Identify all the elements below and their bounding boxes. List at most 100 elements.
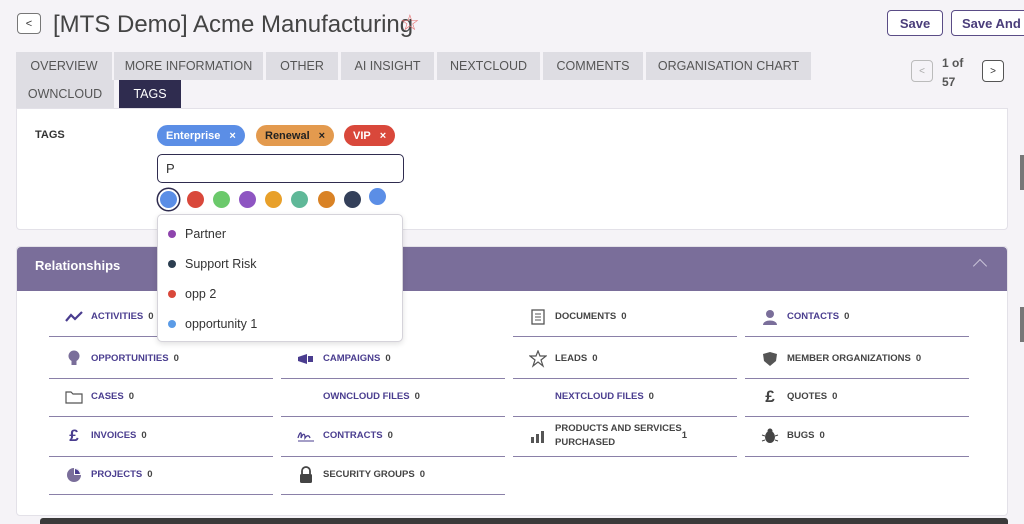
relationship-documents[interactable]: DOCUMENTS 0 bbox=[513, 297, 737, 337]
color-swatch-dark-orange[interactable] bbox=[318, 191, 335, 208]
pager-line2: 57 bbox=[942, 75, 956, 89]
back-label: < bbox=[25, 17, 33, 30]
relationship-count: 0 bbox=[414, 391, 420, 402]
remove-tag-icon[interactable]: × bbox=[319, 130, 325, 142]
relationship-campaigns[interactable]: CAMPAIGNS 0 bbox=[281, 339, 505, 379]
color-swatch-teal[interactable] bbox=[291, 191, 308, 208]
tag-label: Enterprise bbox=[166, 129, 221, 142]
star-outline-icon[interactable]: ☆ bbox=[400, 12, 420, 34]
relationship-count: 0 bbox=[819, 430, 825, 441]
tag-label: Renewal bbox=[265, 129, 310, 142]
relationship-invoices[interactable]: £ INVOICES 0 bbox=[49, 415, 273, 457]
suggestion-opportunity-1[interactable]: opportunity 1 bbox=[168, 314, 257, 334]
tag-color-dot-icon bbox=[168, 260, 176, 268]
relationship-leads[interactable]: LEADS 0 bbox=[513, 339, 737, 379]
relationship-quotes[interactable]: £ QUOTES 0 bbox=[745, 377, 969, 417]
relationship-label: LEADS bbox=[555, 353, 588, 364]
relationship-products-and-services[interactable]: PRODUCTS AND SERVICES PURCHASED 1 bbox=[513, 415, 737, 457]
save-button[interactable]: Save bbox=[887, 10, 943, 36]
relationship-count: 0 bbox=[387, 430, 393, 441]
relationship-owncloud-files[interactable]: OWNCLOUD FILES 0 bbox=[281, 377, 505, 417]
tab-nextcloud[interactable]: NEXTCLOUD bbox=[437, 52, 540, 80]
chevron-up-icon[interactable] bbox=[972, 258, 988, 274]
relationship-label: CONTACTS bbox=[787, 311, 840, 322]
megaphone-icon bbox=[297, 350, 315, 368]
relationship-count: 0 bbox=[915, 353, 922, 364]
relationship-count: 0 bbox=[592, 353, 598, 364]
relationship-label: ACTIVITIES bbox=[91, 311, 144, 322]
relationship-contacts[interactable]: CONTACTS 0 bbox=[745, 297, 969, 337]
signature-icon bbox=[297, 427, 315, 445]
color-swatch-navy[interactable] bbox=[344, 191, 361, 208]
back-button[interactable]: < bbox=[17, 13, 41, 34]
next-label: > bbox=[990, 65, 996, 77]
tab-other[interactable]: OTHER bbox=[266, 52, 338, 80]
suggestion-support-risk[interactable]: Support Risk bbox=[168, 254, 257, 274]
remove-tag-icon[interactable]: × bbox=[229, 130, 235, 142]
blank-icon bbox=[297, 388, 315, 406]
relationship-nextcloud-files[interactable]: NEXTCLOUD FILES 0 bbox=[513, 377, 737, 417]
remove-tag-icon[interactable]: × bbox=[380, 130, 386, 142]
previous-record-button[interactable]: < bbox=[911, 60, 933, 82]
lightbulb-icon bbox=[65, 350, 83, 368]
color-swatch-purple[interactable] bbox=[239, 191, 256, 208]
tab-more-information[interactable]: MORE INFORMATION bbox=[114, 52, 263, 80]
suggestion-label: Support Risk bbox=[185, 257, 257, 271]
relationship-count: 0 bbox=[832, 391, 838, 402]
tag-suggestions-dropdown: Partner Support Risk opp 2 opportunity 1 bbox=[157, 214, 403, 342]
tab-owncloud[interactable]: OWNCLOUD bbox=[16, 80, 114, 108]
relationship-count: 0 bbox=[141, 430, 147, 441]
relationship-label: DOCUMENTS bbox=[555, 311, 617, 322]
color-swatch-green[interactable] bbox=[213, 191, 230, 208]
relationship-label: CONTRACTS bbox=[323, 430, 383, 441]
relationship-count: 0 bbox=[419, 469, 425, 480]
relationship-bugs[interactable]: BUGS 0 bbox=[745, 415, 969, 457]
relationship-label: INVOICES bbox=[91, 430, 137, 441]
tag-enterprise[interactable]: Enterprise × bbox=[157, 125, 245, 146]
tab-organisation-chart[interactable]: ORGANISATION CHART bbox=[646, 52, 811, 80]
tag-color-dot-icon bbox=[168, 320, 176, 328]
tab-overview[interactable]: OVERVIEW bbox=[16, 52, 112, 80]
relationship-projects[interactable]: PROJECTS 0 bbox=[49, 455, 273, 495]
relationship-security-groups[interactable]: SECURITY GROUPS 0 bbox=[281, 455, 505, 495]
relationships-title: Relationships bbox=[35, 258, 121, 273]
color-swatch-red[interactable] bbox=[187, 191, 204, 208]
tag-vip[interactable]: VIP × bbox=[344, 125, 396, 146]
suggestion-partner[interactable]: Partner bbox=[168, 224, 226, 244]
relationship-label: SECURITY GROUPS bbox=[323, 469, 415, 480]
relationship-count: 0 bbox=[844, 311, 850, 322]
pager-line1: 1 of bbox=[942, 56, 964, 70]
folder-icon bbox=[65, 388, 83, 406]
save-and-button[interactable]: Save And bbox=[951, 10, 1024, 36]
leads-star-icon bbox=[529, 349, 547, 368]
pager-position: 1 of 57 bbox=[942, 54, 972, 92]
relationship-member-organizations[interactable]: MEMBER ORGANIZATIONS 0 bbox=[745, 339, 969, 379]
relationship-label: OWNCLOUD FILES bbox=[323, 391, 410, 402]
relationship-label: PRODUCTS AND SERVICES PURCHASED bbox=[555, 422, 682, 450]
color-swatch-orange[interactable] bbox=[265, 191, 282, 208]
tag-color-dot-icon bbox=[168, 290, 176, 298]
relationship-count: 0 bbox=[621, 311, 627, 322]
relationship-count: 0 bbox=[173, 353, 179, 364]
pound-icon: £ bbox=[765, 386, 775, 406]
next-record-button[interactable]: > bbox=[982, 60, 1004, 82]
relationship-opportunities[interactable]: OPPORTUNITIES 0 bbox=[49, 339, 273, 379]
suggestion-opp-2[interactable]: opp 2 bbox=[168, 284, 216, 304]
relationship-contracts[interactable]: CONTRACTS 0 bbox=[281, 415, 505, 457]
tag-renewal[interactable]: Renewal × bbox=[256, 125, 335, 146]
relationship-label: PROJECTS bbox=[91, 469, 143, 480]
tab-comments[interactable]: COMMENTS bbox=[543, 52, 643, 80]
tag-search-input[interactable] bbox=[157, 154, 404, 183]
tab-ai-insight[interactable]: AI INSIGHT bbox=[341, 52, 434, 80]
relationship-count: 0 bbox=[148, 311, 154, 322]
suggestion-label: Partner bbox=[185, 227, 226, 241]
color-swatch-blue[interactable] bbox=[160, 191, 177, 208]
tab-tags[interactable]: TAGS bbox=[119, 80, 181, 108]
relationship-cases[interactable]: CASES 0 bbox=[49, 377, 273, 417]
relationship-count: 0 bbox=[147, 469, 153, 480]
bug-icon bbox=[761, 427, 779, 445]
relationship-label: MEMBER ORGANIZATIONS bbox=[787, 353, 911, 364]
color-swatch-light-blue[interactable] bbox=[369, 188, 386, 205]
side-scroll-indicator bbox=[1020, 155, 1024, 190]
relationship-label: BUGS bbox=[787, 430, 815, 441]
